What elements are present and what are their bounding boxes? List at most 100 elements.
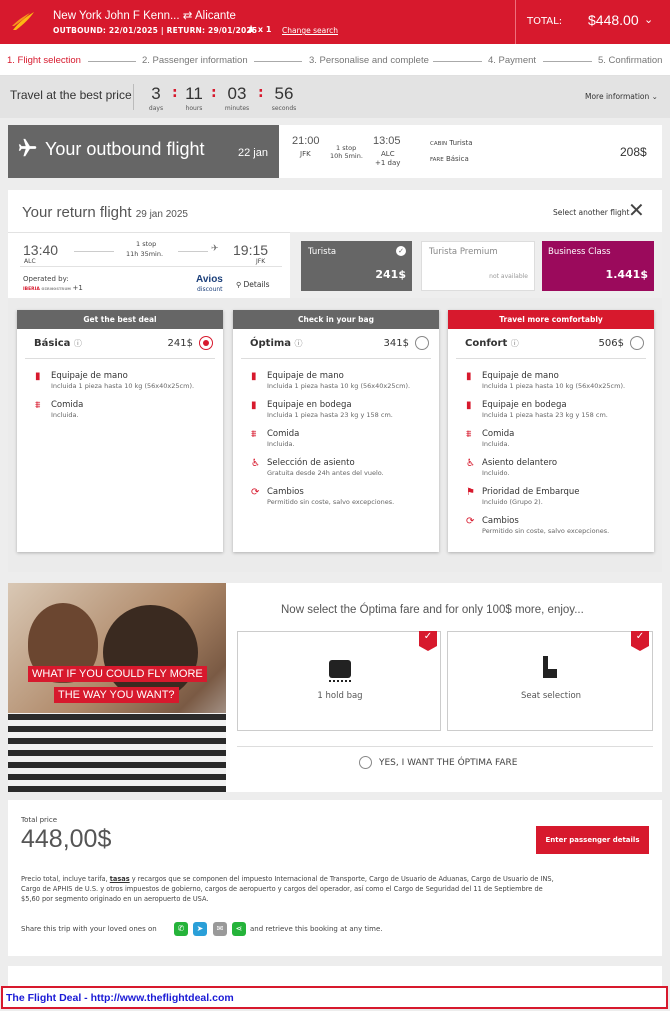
- countdown-bar: Travel at the best price 3 days : 11 hou…: [0, 76, 670, 118]
- source-footer: The Flight Deal - http://www.theflightde…: [1, 986, 668, 1009]
- plane-icon: ✈: [211, 244, 219, 254]
- operator-logos: IBERIA ɑɪʀɴoꜱᴛʀᴜᴍ +1: [23, 284, 83, 292]
- priority-icon: ⚑: [466, 487, 475, 498]
- more-information-link[interactable]: More information ⌄: [585, 92, 658, 101]
- meal-icon: ⩩: [35, 400, 41, 411]
- plane-icon: [18, 138, 37, 157]
- close-icon[interactable]: ✕: [628, 200, 645, 220]
- chevron-down-icon[interactable]: ⌄: [644, 13, 653, 26]
- total-price-value: 448,00$: [21, 825, 112, 853]
- fare-name: Óptima ⓘ: [250, 338, 303, 349]
- outbound-date: 22 jan: [238, 147, 268, 159]
- outbound-flight-card[interactable]: Your outbound flight 22 jan 21:00 JFK 1 …: [8, 125, 662, 178]
- return-flight-section: Your return flight 29 jan 2025 Select an…: [8, 190, 662, 572]
- airline-logo-icon: [12, 12, 34, 30]
- total-price-section: Total price 448,00$ Enter passenger deta…: [8, 800, 662, 956]
- outbound-dep-time: 21:00: [292, 135, 320, 147]
- countdown-label: Travel at the best price: [10, 88, 132, 102]
- fare-price: 506$: [598, 338, 624, 349]
- outbound-arr-time: 13:05: [373, 135, 401, 147]
- cabin-business-price: 1.441$: [605, 268, 648, 281]
- suitcase-icon: [329, 660, 351, 678]
- outbound-dep-code: JFK: [300, 150, 311, 158]
- fare-optima-card[interactable]: Check in your bag Óptima ⓘ 341$ ▮ Equipaj…: [233, 310, 439, 552]
- fare-optima-radio[interactable]: [415, 336, 429, 350]
- fare-basica-card[interactable]: Get the best deal Básica ⓘ 241$ ▮ Equipaj…: [17, 310, 223, 552]
- swap-icon: ⇄: [182, 10, 193, 22]
- bottom-card: [8, 966, 662, 986]
- return-title: Your return flight 29 jan 2025: [22, 204, 188, 221]
- cabin-turista-premium: Turista Premium not available: [421, 241, 535, 291]
- optima-optin-label[interactable]: YES, I WANT THE ÓPTIMA FARE: [379, 758, 518, 768]
- telegram-icon[interactable]: ➤: [193, 922, 207, 936]
- seat-icon: [543, 656, 557, 678]
- header-total-price: $448.00: [588, 12, 639, 28]
- promo-headline-2: THE WAY YOU WANT?: [54, 687, 179, 703]
- chevron-down-icon: ⌄: [651, 92, 658, 101]
- upsell-heading: Now select the Óptima fare and for only …: [281, 604, 584, 616]
- cabin-turista[interactable]: Turista ✓ 241$: [301, 241, 412, 291]
- change-search-link[interactable]: Change search: [282, 26, 338, 35]
- step-flight-selection: 1. Flight selection: [7, 55, 81, 66]
- booking-steps: 1. Flight selection 2. Passenger informa…: [0, 44, 670, 76]
- passenger-count: ♟ x 1: [247, 25, 272, 35]
- outbound-title: Your outbound flight: [45, 139, 205, 159]
- hand-luggage-icon: ▮: [251, 371, 257, 382]
- cabin-turista-price: 241$: [375, 268, 406, 281]
- seat-icon: ♿: [251, 458, 260, 469]
- step-payment: 4. Payment: [488, 55, 537, 66]
- route-summary[interactable]: New York John F Kenn... ⇄ Alicante: [53, 8, 236, 22]
- countdown-days: 3: [151, 84, 161, 103]
- meal-icon: ⩩: [251, 429, 257, 440]
- countdown-minutes: 03: [227, 84, 247, 103]
- fare-price: 241$: [167, 338, 193, 349]
- upsell-tile-seat: ✓ Seat selection: [447, 631, 653, 731]
- return-arr-time: 19:15: [233, 242, 269, 258]
- promo-headline-1: WHAT IF YOU COULD FLY MORE: [28, 666, 207, 682]
- fare-name: Confort ⓘ: [465, 338, 519, 349]
- outbound-price: 208$: [620, 145, 647, 159]
- optima-optin-radio[interactable]: [359, 756, 372, 769]
- step-confirmation: 5. Confirmation: [598, 55, 663, 66]
- upsell-banner: WHAT IF YOU COULD FLY MORE THE WAY YOU W…: [8, 583, 662, 792]
- step-personalise: 3. Personalise and complete: [309, 55, 429, 66]
- meal-icon: ⩩: [466, 429, 472, 440]
- check-icon: ✓: [396, 246, 406, 256]
- outbound-fare: Básica: [445, 155, 469, 163]
- checked-bag-icon: ▮: [466, 400, 472, 411]
- upsell-tile-bag: ✓ 1 hold bag: [237, 631, 441, 731]
- whatsapp-icon[interactable]: ✆: [174, 922, 188, 936]
- avios-logo: Avios: [196, 274, 223, 285]
- step-passenger-info: 2. Passenger information: [142, 55, 248, 66]
- select-another-flight-button[interactable]: Select another flight: [553, 208, 630, 217]
- fare-confort-card[interactable]: Travel more comfortably Confort ⓘ 506$ ▮…: [448, 310, 654, 552]
- price-disclaimer: Precio total, incluye tarifa, tasas y re…: [21, 875, 554, 903]
- hand-luggage-icon: ▮: [466, 371, 472, 382]
- person-icon: ♟: [247, 25, 256, 35]
- total-label: TOTAL:: [527, 16, 563, 27]
- check-icon: ✓: [631, 631, 649, 651]
- seat-icon: ♿: [466, 458, 475, 469]
- change-icon: ⟳: [251, 487, 260, 498]
- details-link[interactable]: ⚲ Details: [236, 280, 270, 289]
- change-icon: ⟳: [466, 516, 475, 527]
- countdown-seconds: 56: [274, 84, 294, 103]
- checked-bag-icon: ▮: [251, 400, 257, 411]
- fare-name: Básica ⓘ: [34, 338, 82, 349]
- countdown-hours: 11: [185, 84, 203, 103]
- fare-basica-radio[interactable]: [199, 336, 213, 350]
- hand-luggage-icon: ▮: [35, 371, 41, 382]
- tasas-link[interactable]: tasas: [110, 875, 130, 883]
- enter-passenger-details-button[interactable]: Enter passenger details: [536, 826, 649, 854]
- share-icon[interactable]: ⋖: [232, 922, 246, 936]
- check-icon: ✓: [419, 631, 437, 651]
- search-icon: ⚲: [236, 281, 242, 289]
- email-icon[interactable]: ✉: [213, 922, 227, 936]
- fare-confort-radio[interactable]: [630, 336, 644, 350]
- top-bar: New York John F Kenn... ⇄ Alicante OUTBO…: [0, 0, 670, 44]
- return-dep-time: 13:40: [23, 242, 59, 258]
- cabin-business[interactable]: Business Class 1.441$: [542, 241, 654, 291]
- outbound-cabin: Turista: [449, 139, 473, 147]
- source-link[interactable]: The Flight Deal - http://www.theflightde…: [6, 992, 234, 1004]
- fare-price: 341$: [383, 338, 409, 349]
